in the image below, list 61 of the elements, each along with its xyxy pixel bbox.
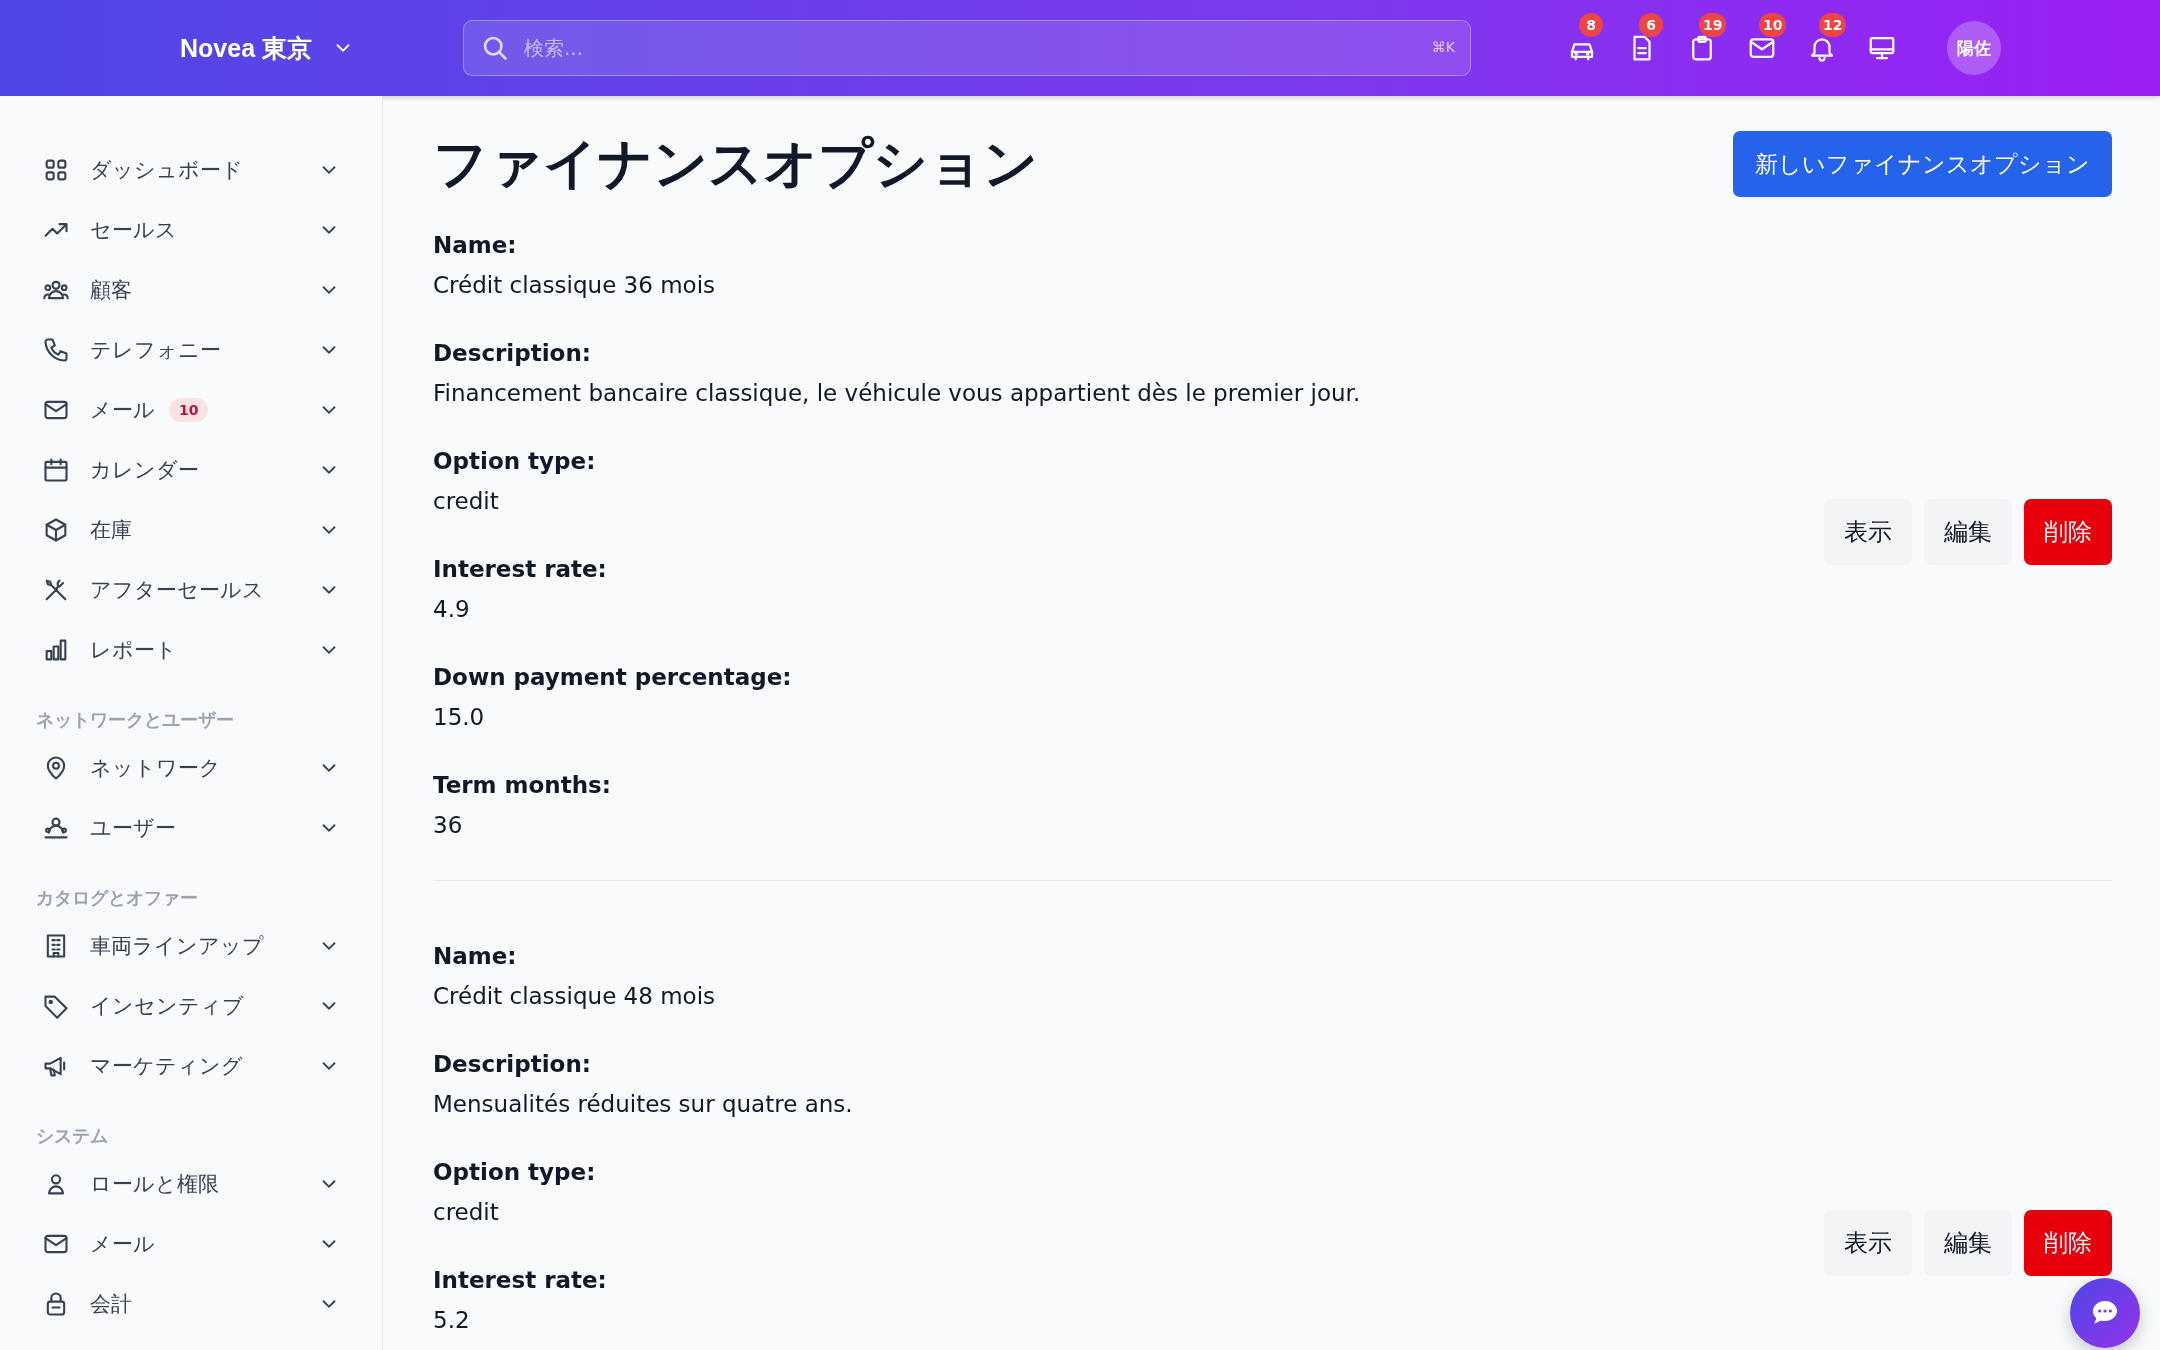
delete-button[interactable]: 削除 — [2024, 499, 2112, 565]
user-avatar[interactable]: 陽佐 — [1947, 21, 2001, 75]
field-label: Interest rate: — [433, 556, 608, 582]
sidebar-item[interactable]: 在庫 — [34, 500, 348, 560]
section-heading: ネットワークとユーザー — [35, 708, 235, 732]
field-label: Option type: — [433, 1159, 597, 1185]
edit-button[interactable]: 編集 — [1924, 499, 2012, 565]
new-option-button[interactable]: 新しいファイナンスオプション — [1733, 131, 2112, 197]
notification-badge: 19 — [1699, 13, 1727, 37]
field-value: Financement bancaire classique, le véhicule vous appartient dès le premier jour. — [433, 380, 1361, 406]
sidebar-item[interactable]: ダッシュボード — [34, 140, 348, 200]
sidebar-item[interactable]: メール — [34, 1214, 348, 1274]
shortcut-hint: ⌘K — [1431, 39, 1455, 55]
field-value: credit — [433, 1199, 500, 1225]
field-label: Name: — [433, 232, 518, 258]
sidebar-item[interactable]: インセンティブ — [34, 976, 348, 1036]
notification-badge: 8 — [1579, 13, 1603, 37]
sidebar-item[interactable]: テレフォニー — [34, 320, 348, 380]
sidebar-item[interactable]: ユーザー — [34, 798, 348, 858]
field-label: Description: — [433, 340, 592, 366]
sidebar-item[interactable]: 車両ラインアップ — [34, 916, 348, 976]
field-label: Term months: — [433, 772, 612, 798]
sidebar-item[interactable]: ネットワーク — [34, 738, 348, 798]
sidebar-item[interactable]: セールス — [34, 200, 348, 260]
view-button[interactable]: 表示 — [1824, 499, 1912, 565]
sidebar-item[interactable]: メール 10 — [34, 380, 348, 440]
sidebar-item[interactable]: ロールと権限 — [34, 1154, 348, 1214]
field-value: credit — [433, 488, 500, 514]
notification-badge: 6 — [1639, 13, 1663, 37]
chat-button[interactable] — [2070, 1278, 2140, 1348]
delete-button[interactable]: 削除 — [2024, 1210, 2112, 1276]
field-value: Mensualités réduites sur quatre ans. — [433, 1091, 853, 1117]
sidebar-item[interactable]: 顧客 — [34, 260, 348, 320]
field-label: Description: — [433, 1051, 592, 1077]
field-value: 5.2 — [433, 1307, 471, 1333]
field-label: Interest rate: — [433, 1267, 608, 1293]
field-value: 4.9 — [433, 596, 471, 622]
field-value: Crédit classique 36 mois — [433, 272, 717, 298]
section-heading: カタログとオファー — [35, 886, 199, 910]
notification-badge: 10 — [1759, 13, 1787, 37]
brand-name[interactable]: Novea 東京 — [180, 31, 312, 65]
edit-button[interactable]: 編集 — [1924, 1210, 2012, 1276]
field-value: 15.0 — [433, 704, 486, 730]
phone-icon — [42, 336, 70, 364]
view-button[interactable]: 表示 — [1824, 1210, 1912, 1276]
sidebar-item[interactable]: レポート — [34, 620, 348, 680]
field-value: Crédit classique 48 mois — [433, 983, 717, 1009]
field-value: 36 — [433, 812, 464, 838]
count-badge: 10 — [169, 398, 209, 422]
sidebar-item[interactable]: アフターセールス — [34, 560, 348, 620]
field-label: Down payment percentage: — [433, 664, 793, 690]
sidebar-item[interactable]: マーケティング — [34, 1036, 348, 1096]
notification-badge: 12 — [1819, 13, 1847, 37]
field-label: Name: — [433, 943, 518, 969]
page-title: ファイナンスオプション — [433, 130, 1038, 197]
sidebar-item[interactable]: カレンダー — [34, 440, 348, 500]
calendar-icon — [42, 456, 70, 484]
search-icon — [481, 34, 509, 62]
sidebar-item[interactable]: 会計 — [34, 1274, 348, 1334]
field-label: Option type: — [433, 448, 597, 474]
section-heading: システム — [35, 1124, 109, 1148]
